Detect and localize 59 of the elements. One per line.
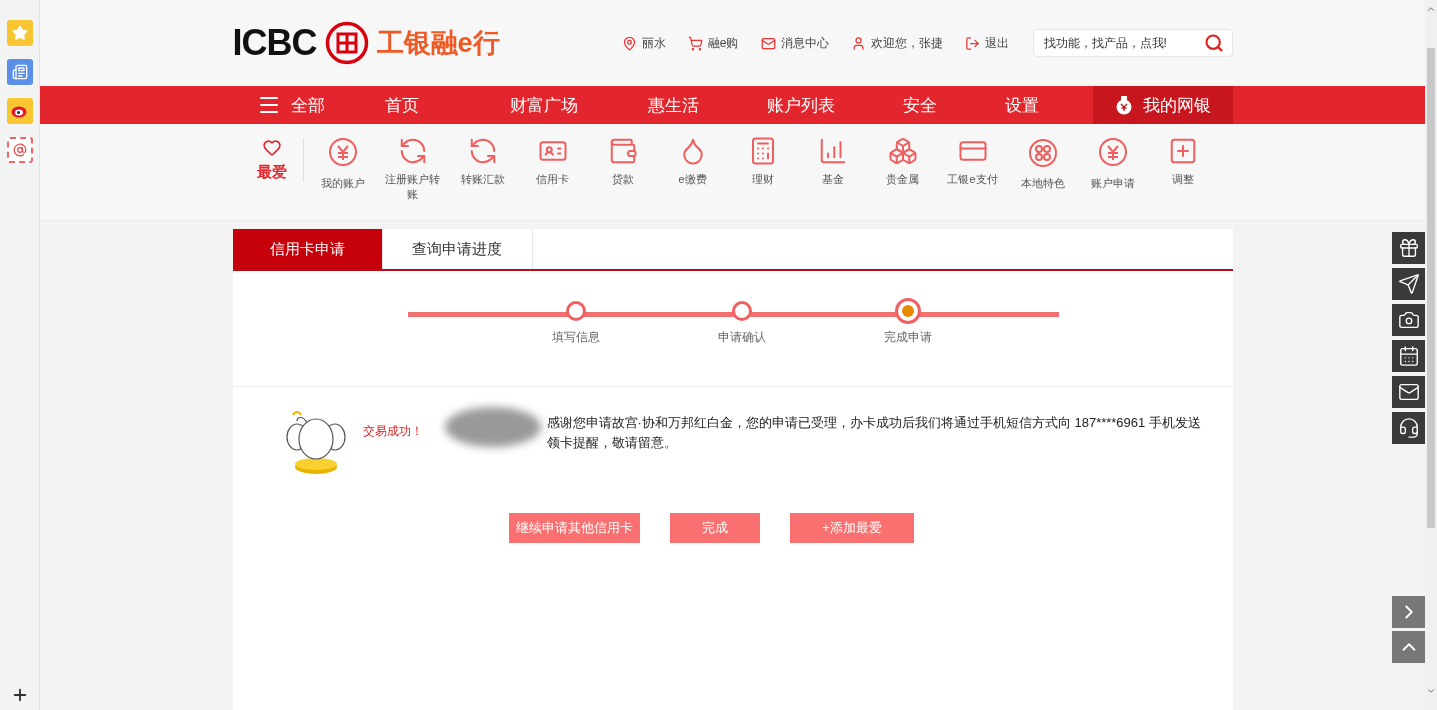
shortcut-link[interactable]: 贷款 <box>587 136 658 220</box>
gift-icon[interactable] <box>1392 232 1425 264</box>
shortcut-link[interactable]: 我的账户 <box>307 136 378 220</box>
nav-item[interactable]: 安全 <box>902 86 937 124</box>
shortcut-link[interactable]: 贵金属 <box>867 136 938 220</box>
nav-item[interactable]: 我的网银 <box>1092 86 1233 124</box>
search-icon[interactable] <box>1203 33 1224 53</box>
shortcut-link[interactable]: 转账汇款 <box>447 136 518 220</box>
weibo-icon[interactable] <box>6 98 33 124</box>
scroll-up-icon[interactable] <box>1426 4 1436 14</box>
collapse-icon[interactable] <box>1392 596 1425 628</box>
header-link[interactable]: 欢迎您，张捷 <box>850 34 943 52</box>
user-icon <box>850 35 866 51</box>
logo-abbreviation: ICBC <box>232 22 317 64</box>
header-link[interactable]: 退出 <box>964 34 1009 52</box>
news-icon[interactable] <box>6 59 33 85</box>
favorites-link[interactable]: 最爱 <box>240 138 304 182</box>
shortcut-link[interactable]: e缴费 <box>657 136 728 220</box>
headset-icon[interactable] <box>1392 412 1425 444</box>
nav-item[interactable]: 账户列表 <box>766 86 835 124</box>
header-link[interactable]: 融e购 <box>687 34 739 52</box>
camera-icon[interactable] <box>1392 304 1425 336</box>
money-bag-icon <box>1114 95 1133 115</box>
shortcut-link[interactable]: 账户申请 <box>1077 136 1148 220</box>
shortcut-link[interactable]: 注册账户转账 <box>377 136 448 220</box>
back-to-top-icon[interactable] <box>1392 631 1425 663</box>
search-field[interactable]: 找功能，找产品，点我! <box>1032 29 1233 57</box>
shortcut-link[interactable]: 本地特色 <box>1007 136 1078 220</box>
paper-plane-icon[interactable] <box>1392 268 1425 300</box>
logo-name: 工银融e行 <box>376 27 500 60</box>
nav-item[interactable]: 设置 <box>1004 86 1039 124</box>
shortcut-link[interactable]: 调整 <box>1147 136 1218 220</box>
nav-item[interactable]: 首页 <box>384 86 419 124</box>
tab[interactable]: 信用卡申请 <box>232 229 383 269</box>
shortcut-link[interactable]: 工银e支付 <box>937 136 1008 220</box>
shortcut-link[interactable]: 理财 <box>727 136 798 220</box>
logout-icon <box>964 35 980 51</box>
nav-item[interactable]: 惠生活 <box>647 86 699 124</box>
scroll-down-icon[interactable] <box>1426 686 1436 696</box>
mail-icon[interactable] <box>1392 376 1425 408</box>
step-label: 填写信息 <box>551 329 600 346</box>
header-link[interactable]: 丽水 <box>621 34 666 52</box>
calendar-icon[interactable] <box>1392 340 1425 372</box>
step-label: 申请确认 <box>717 329 766 346</box>
nav-item[interactable]: 全部 <box>256 86 325 124</box>
nav-item[interactable]: 财富广场 <box>509 86 578 124</box>
email-icon[interactable] <box>6 137 33 163</box>
scrollbar-thumb[interactable] <box>1427 48 1435 528</box>
mail-icon <box>760 35 776 51</box>
status-text: 交易成功！ <box>362 423 423 440</box>
stacked-boxes-icon <box>887 136 918 166</box>
bank-emblem-icon <box>324 21 369 65</box>
cart-icon <box>687 35 703 51</box>
shortcut-link[interactable]: 基金 <box>797 136 868 220</box>
location-icon <box>621 35 637 51</box>
shortcut-link[interactable]: 信用卡 <box>517 136 588 220</box>
step-label: 完成申请 <box>883 329 932 346</box>
result-message: 感谢您申请故宫·协和万邦红白金，您的申请已受理，办卡成功后我们将通过手机短信方式向 187****6961 手机发送领卡提醒，敬请留意。 <box>546 414 1202 452</box>
header-link[interactable]: 消息中心 <box>760 34 829 52</box>
